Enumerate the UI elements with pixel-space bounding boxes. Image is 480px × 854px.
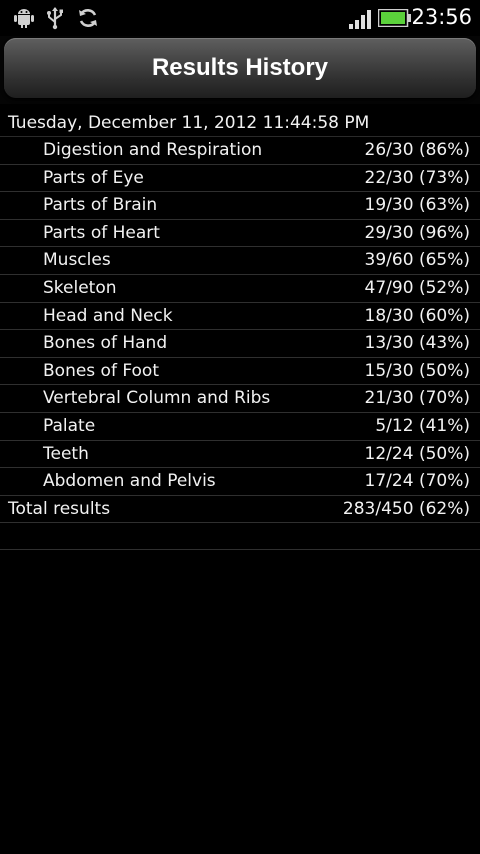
result-score: 21/30 (70%) (364, 388, 470, 409)
title-panel: Results History (4, 38, 476, 98)
clock: 23:56 (411, 5, 472, 29)
usb-icon (47, 7, 63, 30)
result-score: 18/30 (60%) (364, 305, 470, 326)
sync-icon (79, 9, 97, 27)
signal-icon (349, 10, 371, 29)
result-score: 13/30 (43%) (364, 333, 470, 354)
total-row[interactable]: Total results 283/450 (62%) (0, 496, 480, 524)
result-name: Digestion and Respiration (43, 140, 263, 160)
battery-icon (378, 9, 411, 27)
result-name: Teeth (43, 443, 89, 464)
total-label: Total results (8, 498, 111, 519)
total-score: 283/450 (62%) (342, 498, 470, 519)
result-row[interactable]: Skeleton 47/90 (52%) (0, 275, 480, 303)
result-row[interactable]: Parts of Brain 19/30 (63%) (0, 192, 480, 220)
result-name: Palate (43, 415, 96, 436)
result-score: 5/12 (41%) (375, 415, 470, 436)
result-name: Skeleton (43, 277, 117, 298)
result-name: Bones of Hand (43, 333, 168, 354)
result-score: 22/30 (73%) (364, 167, 470, 188)
result-name: Bones of Foot (43, 360, 159, 381)
result-name: Head and Neck (43, 305, 173, 326)
result-row[interactable]: Head and Neck 18/30 (60%) (0, 303, 480, 331)
result-row[interactable]: Palate 5/12 (41%) (0, 413, 480, 441)
list-divider (0, 523, 480, 551)
result-name: Vertebral Column and Ribs (43, 388, 271, 409)
result-score: 29/30 (96%) (364, 222, 470, 243)
session-date: Tuesday, December 11, 2012 11:44:58 PM (0, 110, 480, 137)
results-list[interactable]: Tuesday, December 11, 2012 11:44:58 PM D… (0, 110, 480, 551)
result-score: 17/24 (70%) (364, 471, 470, 492)
result-name: Muscles (43, 250, 111, 271)
result-row[interactable]: Parts of Heart 29/30 (96%) (0, 220, 480, 248)
result-row[interactable]: Muscles 39/60 (65%) (0, 247, 480, 275)
result-name: Parts of Heart (43, 222, 160, 243)
result-score: 19/30 (63%) (364, 195, 470, 216)
result-score: 26/30 (86%) (364, 140, 470, 160)
result-score: 12/24 (50%) (364, 443, 470, 464)
result-row[interactable]: Bones of Hand 13/30 (43%) (0, 330, 480, 358)
result-name: Abdomen and Pelvis (43, 471, 216, 492)
result-row[interactable]: Bones of Foot 15/30 (50%) (0, 358, 480, 386)
result-row[interactable]: Abdomen and Pelvis 17/24 (70%) (0, 468, 480, 496)
result-score: 15/30 (50%) (364, 360, 470, 381)
status-bar: 23:56 (0, 0, 480, 36)
result-row[interactable]: Vertebral Column and Ribs 21/30 (70%) (0, 385, 480, 413)
result-row[interactable]: Teeth 12/24 (50%) (0, 441, 480, 469)
result-score: 39/60 (65%) (364, 250, 470, 271)
result-score: 47/90 (52%) (364, 277, 470, 298)
page-title: Results History (151, 54, 329, 81)
result-row[interactable]: Parts of Eye 22/30 (73%) (0, 165, 480, 193)
title-bar: Results History (0, 36, 480, 104)
result-name: Parts of Brain (43, 195, 158, 216)
result-row[interactable]: Digestion and Respiration 26/30 (86%) (0, 137, 480, 165)
android-debug-icon (14, 9, 34, 28)
result-name: Parts of Eye (43, 167, 144, 188)
